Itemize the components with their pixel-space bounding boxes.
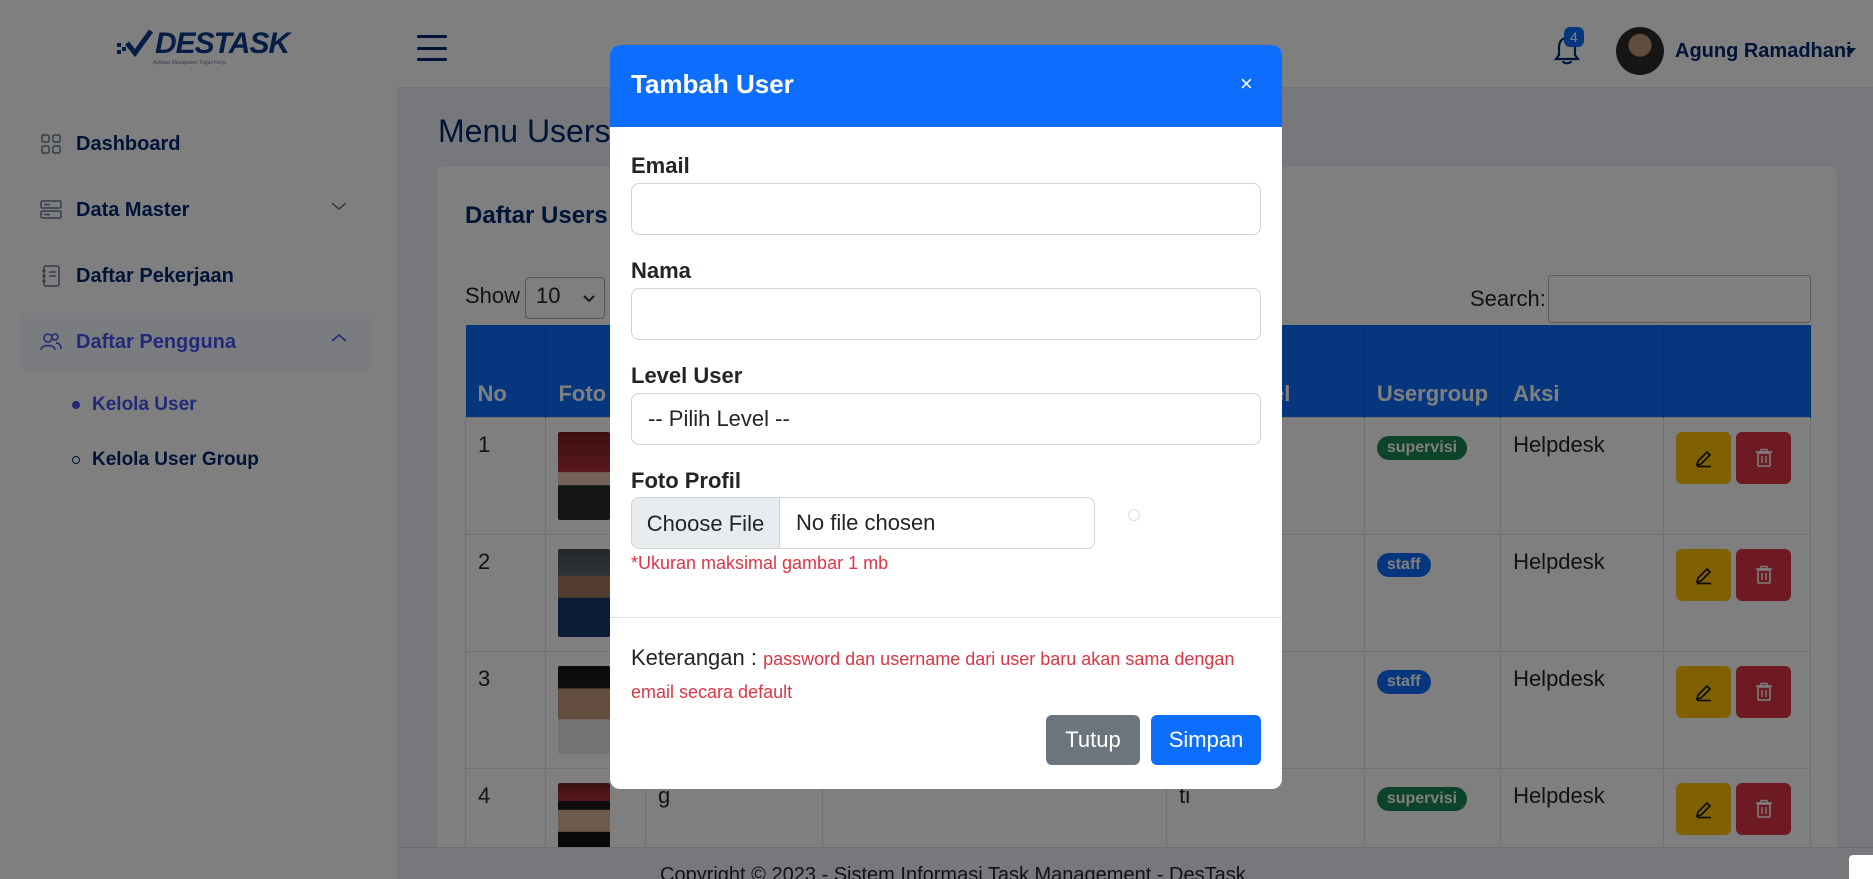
nama-field[interactable] (631, 288, 1261, 340)
file-size-note: *Ukuran maksimal gambar 1 mb (631, 553, 889, 573)
close-icon[interactable]: × (1240, 73, 1253, 95)
nama-label: Nama (631, 258, 691, 283)
level-user-select[interactable]: -- Pilih Level -- (631, 393, 1261, 445)
add-user-modal: Tambah User × Email Nama Level User -- P… (610, 45, 1282, 789)
keterangan-label: Keterangan : (631, 645, 757, 670)
close-button[interactable]: Tutup (1046, 715, 1140, 765)
modal-header: Tambah User × (610, 45, 1282, 127)
save-button[interactable]: Simpan (1151, 715, 1261, 765)
email-field[interactable] (631, 183, 1261, 235)
email-label: Email (631, 153, 690, 178)
level-user-selected: -- Pilih Level -- (648, 406, 790, 431)
level-user-label: Level User (631, 363, 743, 388)
corner-widget[interactable] (1849, 855, 1873, 879)
foto-profil-file-input[interactable]: Choose File No file chosen (631, 497, 1095, 549)
file-name-text: No file chosen (796, 510, 936, 535)
keterangan: Keterangan : password dan username dari … (631, 642, 1261, 708)
choose-file-button[interactable]: Choose File (632, 498, 780, 548)
preview-circle (1128, 509, 1140, 521)
modal-title: Tambah User (631, 69, 794, 99)
modal-divider (610, 617, 1282, 618)
foto-profil-label: Foto Profil (631, 468, 741, 493)
